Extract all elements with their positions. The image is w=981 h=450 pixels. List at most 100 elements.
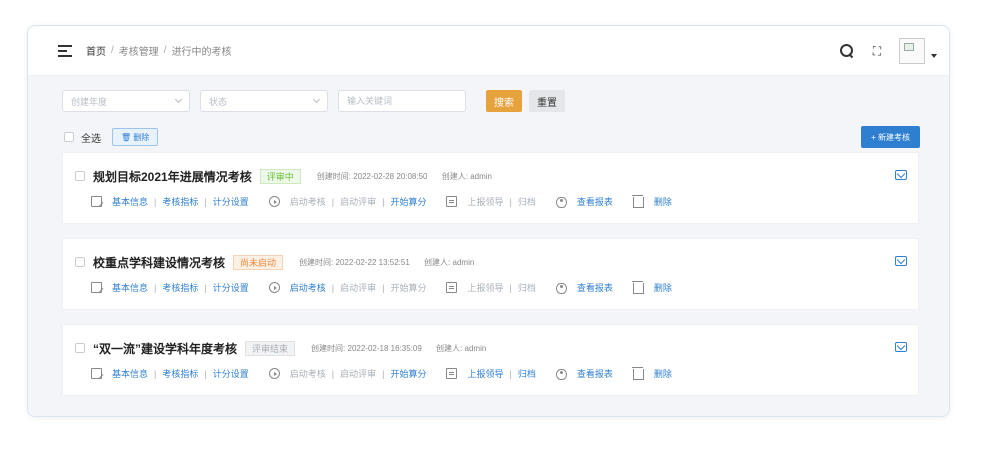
separator: | (509, 368, 512, 379)
start-calc-link[interactable]: 开始算分 (390, 281, 426, 294)
view-report-link[interactable]: 查看报表 (577, 367, 613, 380)
created-time: 2022-02-18 16:35:09 (347, 343, 422, 353)
edit-icon (91, 368, 102, 379)
reset-button[interactable]: 重置 (529, 90, 565, 112)
select-all-checkbox[interactable]: 全选 (64, 130, 101, 145)
search-button[interactable]: 搜索 (486, 90, 522, 112)
caret-down-icon[interactable] (931, 53, 937, 58)
start-review-link[interactable]: 启动评审 (340, 281, 376, 294)
separator: | (509, 282, 512, 293)
start-calc-link[interactable]: 开始算分 (390, 367, 426, 380)
created-time-label: 创建时间: (299, 257, 334, 267)
card-title: “双一流”建设学科年度考核 (93, 341, 238, 356)
report-doc-icon (446, 282, 458, 293)
checkbox[interactable] (64, 132, 74, 142)
delete-link[interactable]: 删除 (654, 281, 672, 294)
indicators-link[interactable]: 考核指标 (162, 367, 198, 380)
archive-link[interactable]: 归档 (518, 195, 536, 208)
scoring-link[interactable]: 计分设置 (213, 281, 249, 294)
play-icon (268, 368, 280, 379)
card-title: 校重点学科建设情况考核 (93, 255, 226, 270)
mail-icon[interactable] (895, 256, 907, 266)
delete-link[interactable]: 删除 (654, 367, 672, 380)
new-assessment-button[interactable]: + 新建考核 (861, 126, 920, 148)
basic-info-link[interactable]: 基本信息 (112, 195, 148, 208)
year-select[interactable]: 创建年度 (62, 90, 190, 112)
indicators-link[interactable]: 考核指标 (162, 281, 198, 294)
card-title: 规划目标2021年进展情况考核 (93, 169, 252, 184)
card-meta: 创建时间: 2022-02-28 20:08:50 创建人: admin (317, 171, 492, 182)
status-select[interactable]: 状态 (200, 90, 328, 112)
separator: | (154, 368, 157, 379)
start-assess-link[interactable]: 启动考核 (290, 367, 326, 380)
card-checkbox[interactable] (75, 171, 85, 181)
created-time: 2022-02-22 13:52:51 (335, 257, 410, 267)
main-window: 首页 / 考核管理 / 进行中的考核 ⛶ 创建年度 状态 搜索 重置 (27, 25, 950, 417)
report-doc-icon (446, 196, 458, 207)
basic-info-link[interactable]: 基本信息 (112, 281, 148, 294)
basic-info-link[interactable]: 基本信息 (112, 367, 148, 380)
chevron-down-icon (312, 95, 321, 104)
creator-label: 创建人: (441, 171, 468, 181)
mail-icon[interactable] (895, 170, 907, 180)
menu-toggle-icon[interactable] (58, 44, 72, 57)
view-report-link[interactable]: 查看报表 (577, 195, 613, 208)
separator: | (331, 368, 335, 379)
status-badge: 评审中 (259, 168, 301, 184)
breadcrumb-separator: / (111, 45, 114, 56)
report-leader-link[interactable]: 上报领导 (467, 195, 503, 208)
creator-label: 创建人: (424, 257, 451, 267)
start-calc-link[interactable]: 开始算分 (390, 195, 426, 208)
archive-link[interactable]: 归档 (518, 281, 536, 294)
trash-icon (631, 195, 644, 208)
card-checkbox[interactable] (75, 343, 85, 353)
created-time-label: 创建时间: (311, 343, 346, 353)
breadcrumb-assessment-management[interactable]: 考核管理 (119, 43, 159, 58)
start-review-link[interactable]: 启动评审 (340, 367, 376, 380)
avatar[interactable] (899, 37, 925, 64)
creator: admin (452, 257, 475, 267)
start-assess-link[interactable]: 启动考核 (290, 281, 326, 294)
top-bar: 首页 / 考核管理 / 进行中的考核 ⛶ (28, 26, 949, 76)
separator: | (154, 196, 157, 207)
separator: | (154, 282, 157, 293)
edit-icon (91, 282, 102, 293)
mail-icon[interactable] (895, 342, 907, 352)
fullscreen-icon[interactable]: ⛶ (869, 43, 885, 59)
trash-icon (631, 367, 644, 380)
card-operations: 基本信息 | 考核指标 | 计分设置 启动考核 | 启动评审 | 开始算分 上报… (91, 281, 692, 294)
edit-icon (91, 196, 102, 207)
filter-bar: 创建年度 状态 搜索 重置 (62, 86, 919, 116)
delete-link[interactable]: 删除 (654, 195, 672, 208)
batch-delete-button[interactable]: 🗑 删除 (112, 128, 159, 146)
play-icon (268, 282, 280, 293)
view-report-link[interactable]: 查看报表 (577, 281, 613, 294)
report-leader-link[interactable]: 上报领导 (467, 367, 503, 380)
scoring-link[interactable]: 计分设置 (213, 195, 249, 208)
assessment-card: “双一流”建设学科年度考核 评审结束 创建时间: 2022-02-18 16:3… (62, 324, 919, 396)
start-review-link[interactable]: 启动评审 (340, 195, 376, 208)
card-checkbox[interactable] (75, 257, 85, 267)
separator: | (331, 282, 335, 293)
scoring-link[interactable]: 计分设置 (213, 367, 249, 380)
status-badge: 评审结束 (245, 340, 296, 356)
status-select-placeholder: 状态 (209, 96, 228, 107)
creator: admin (470, 171, 492, 181)
assessment-card: 规划目标2021年进展情况考核 评审中 创建时间: 2022-02-28 20:… (62, 152, 919, 224)
start-assess-link[interactable]: 启动考核 (290, 195, 326, 208)
actions-row: 全选 🗑 删除 + 新建考核 (62, 122, 920, 152)
separator: | (331, 196, 335, 207)
breadcrumb-separator: / (163, 45, 167, 56)
breadcrumb-home[interactable]: 首页 (86, 43, 106, 58)
created-time: 2022-02-28 20:08:50 (353, 171, 428, 181)
chevron-down-icon (174, 95, 183, 104)
report-doc-icon (446, 368, 458, 379)
keyword-input[interactable] (338, 90, 466, 112)
report-leader-link[interactable]: 上报领导 (467, 281, 503, 294)
separator: | (382, 368, 385, 379)
eye-icon (555, 282, 567, 294)
search-icon[interactable] (839, 43, 855, 59)
archive-link[interactable]: 归档 (518, 367, 536, 380)
indicators-link[interactable]: 考核指标 (162, 195, 198, 208)
play-icon (268, 196, 280, 207)
